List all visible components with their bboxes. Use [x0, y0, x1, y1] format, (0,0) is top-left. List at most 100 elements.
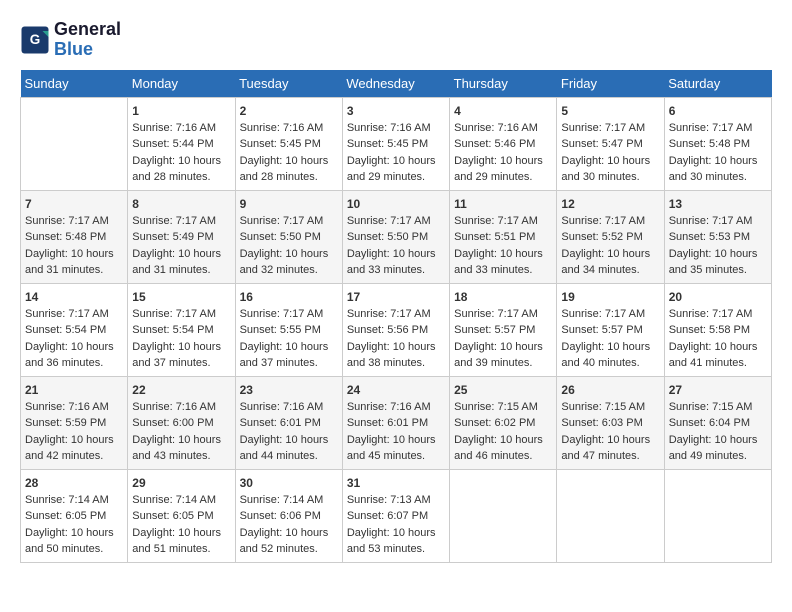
day-header-saturday: Saturday: [664, 70, 771, 98]
sunset-text: Sunset: 5:49 PM: [132, 229, 230, 246]
day-number: 31: [347, 474, 445, 492]
daylight-text: Daylight: 10 hours and 35 minutes.: [669, 246, 767, 279]
sunset-text: Sunset: 5:55 PM: [240, 322, 338, 339]
calendar-cell: 31 Sunrise: 7:13 AM Sunset: 6:07 PM Dayl…: [342, 469, 449, 562]
sunrise-text: Sunrise: 7:14 AM: [132, 492, 230, 509]
day-number: 18: [454, 288, 552, 306]
day-number: 4: [454, 102, 552, 120]
calendar-cell: 6 Sunrise: 7:17 AM Sunset: 5:48 PM Dayli…: [664, 97, 771, 190]
sunrise-text: Sunrise: 7:17 AM: [240, 306, 338, 323]
calendar-cell: 27 Sunrise: 7:15 AM Sunset: 6:04 PM Dayl…: [664, 376, 771, 469]
sunrise-text: Sunrise: 7:16 AM: [132, 399, 230, 416]
calendar-cell: 14 Sunrise: 7:17 AM Sunset: 5:54 PM Dayl…: [21, 283, 128, 376]
sunset-text: Sunset: 5:51 PM: [454, 229, 552, 246]
day-header-tuesday: Tuesday: [235, 70, 342, 98]
daylight-text: Daylight: 10 hours and 41 minutes.: [669, 339, 767, 372]
sunrise-text: Sunrise: 7:17 AM: [669, 213, 767, 230]
sunset-text: Sunset: 5:45 PM: [347, 136, 445, 153]
day-header-thursday: Thursday: [450, 70, 557, 98]
sunrise-text: Sunrise: 7:14 AM: [240, 492, 338, 509]
daylight-text: Daylight: 10 hours and 30 minutes.: [669, 153, 767, 186]
daylight-text: Daylight: 10 hours and 44 minutes.: [240, 432, 338, 465]
day-number: 7: [25, 195, 123, 213]
calendar-cell: 12 Sunrise: 7:17 AM Sunset: 5:52 PM Dayl…: [557, 190, 664, 283]
sunrise-text: Sunrise: 7:15 AM: [669, 399, 767, 416]
calendar-cell: 20 Sunrise: 7:17 AM Sunset: 5:58 PM Dayl…: [664, 283, 771, 376]
sunrise-text: Sunrise: 7:17 AM: [132, 213, 230, 230]
calendar-cell: 26 Sunrise: 7:15 AM Sunset: 6:03 PM Dayl…: [557, 376, 664, 469]
daylight-text: Daylight: 10 hours and 46 minutes.: [454, 432, 552, 465]
sunset-text: Sunset: 5:46 PM: [454, 136, 552, 153]
sunrise-text: Sunrise: 7:15 AM: [454, 399, 552, 416]
calendar-cell: 21 Sunrise: 7:16 AM Sunset: 5:59 PM Dayl…: [21, 376, 128, 469]
daylight-text: Daylight: 10 hours and 36 minutes.: [25, 339, 123, 372]
sunrise-text: Sunrise: 7:14 AM: [25, 492, 123, 509]
day-number: 29: [132, 474, 230, 492]
day-number: 14: [25, 288, 123, 306]
sunrise-text: Sunrise: 7:16 AM: [347, 399, 445, 416]
calendar-cell: 3 Sunrise: 7:16 AM Sunset: 5:45 PM Dayli…: [342, 97, 449, 190]
sunrise-text: Sunrise: 7:17 AM: [561, 306, 659, 323]
sunrise-text: Sunrise: 7:16 AM: [240, 120, 338, 137]
daylight-text: Daylight: 10 hours and 52 minutes.: [240, 525, 338, 558]
sunrise-text: Sunrise: 7:17 AM: [561, 120, 659, 137]
sunset-text: Sunset: 5:54 PM: [132, 322, 230, 339]
daylight-text: Daylight: 10 hours and 37 minutes.: [240, 339, 338, 372]
sunrise-text: Sunrise: 7:17 AM: [454, 213, 552, 230]
calendar-cell: 28 Sunrise: 7:14 AM Sunset: 6:05 PM Dayl…: [21, 469, 128, 562]
calendar-cell: 2 Sunrise: 7:16 AM Sunset: 5:45 PM Dayli…: [235, 97, 342, 190]
daylight-text: Daylight: 10 hours and 33 minutes.: [347, 246, 445, 279]
sunrise-text: Sunrise: 7:16 AM: [454, 120, 552, 137]
calendar-cell: [21, 97, 128, 190]
sunset-text: Sunset: 5:59 PM: [25, 415, 123, 432]
day-number: 23: [240, 381, 338, 399]
day-number: 11: [454, 195, 552, 213]
day-number: 8: [132, 195, 230, 213]
sunrise-text: Sunrise: 7:16 AM: [240, 399, 338, 416]
sunrise-text: Sunrise: 7:17 AM: [347, 306, 445, 323]
daylight-text: Daylight: 10 hours and 38 minutes.: [347, 339, 445, 372]
day-number: 25: [454, 381, 552, 399]
day-number: 2: [240, 102, 338, 120]
day-number: 6: [669, 102, 767, 120]
day-number: 15: [132, 288, 230, 306]
sunrise-text: Sunrise: 7:13 AM: [347, 492, 445, 509]
day-number: 20: [669, 288, 767, 306]
daylight-text: Daylight: 10 hours and 39 minutes.: [454, 339, 552, 372]
day-number: 5: [561, 102, 659, 120]
sunset-text: Sunset: 6:06 PM: [240, 508, 338, 525]
sunset-text: Sunset: 5:50 PM: [347, 229, 445, 246]
daylight-text: Daylight: 10 hours and 32 minutes.: [240, 246, 338, 279]
daylight-text: Daylight: 10 hours and 45 minutes.: [347, 432, 445, 465]
sunrise-text: Sunrise: 7:17 AM: [454, 306, 552, 323]
daylight-text: Daylight: 10 hours and 31 minutes.: [25, 246, 123, 279]
day-number: 17: [347, 288, 445, 306]
calendar-cell: 11 Sunrise: 7:17 AM Sunset: 5:51 PM Dayl…: [450, 190, 557, 283]
day-number: 26: [561, 381, 659, 399]
calendar-cell: 22 Sunrise: 7:16 AM Sunset: 6:00 PM Dayl…: [128, 376, 235, 469]
sunrise-text: Sunrise: 7:17 AM: [561, 213, 659, 230]
calendar-cell: 1 Sunrise: 7:16 AM Sunset: 5:44 PM Dayli…: [128, 97, 235, 190]
calendar-cell: 18 Sunrise: 7:17 AM Sunset: 5:57 PM Dayl…: [450, 283, 557, 376]
sunset-text: Sunset: 5:47 PM: [561, 136, 659, 153]
sunset-text: Sunset: 5:57 PM: [454, 322, 552, 339]
sunrise-text: Sunrise: 7:17 AM: [669, 120, 767, 137]
sunrise-text: Sunrise: 7:15 AM: [561, 399, 659, 416]
calendar-cell: 13 Sunrise: 7:17 AM Sunset: 5:53 PM Dayl…: [664, 190, 771, 283]
logo: G General Blue: [20, 20, 121, 60]
daylight-text: Daylight: 10 hours and 40 minutes.: [561, 339, 659, 372]
logo-text: General Blue: [54, 20, 121, 60]
sunset-text: Sunset: 5:58 PM: [669, 322, 767, 339]
daylight-text: Daylight: 10 hours and 42 minutes.: [25, 432, 123, 465]
sunrise-text: Sunrise: 7:17 AM: [240, 213, 338, 230]
daylight-text: Daylight: 10 hours and 51 minutes.: [132, 525, 230, 558]
logo-icon: G: [20, 25, 50, 55]
sunrise-text: Sunrise: 7:17 AM: [25, 306, 123, 323]
sunset-text: Sunset: 5:57 PM: [561, 322, 659, 339]
sunrise-text: Sunrise: 7:16 AM: [132, 120, 230, 137]
day-header-friday: Friday: [557, 70, 664, 98]
sunset-text: Sunset: 5:44 PM: [132, 136, 230, 153]
sunset-text: Sunset: 6:01 PM: [240, 415, 338, 432]
daylight-text: Daylight: 10 hours and 50 minutes.: [25, 525, 123, 558]
calendar-cell: 23 Sunrise: 7:16 AM Sunset: 6:01 PM Dayl…: [235, 376, 342, 469]
